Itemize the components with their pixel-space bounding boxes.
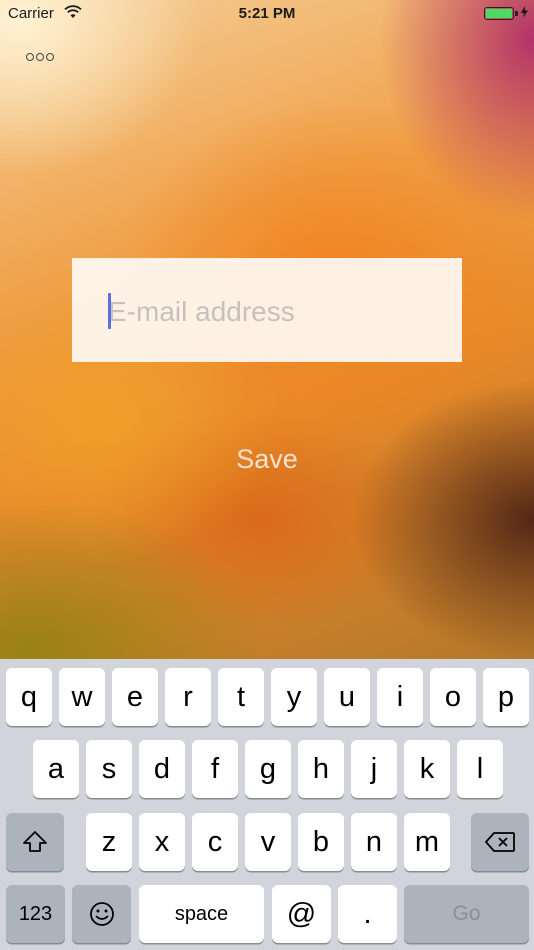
space-key[interactable]: space: [139, 885, 264, 943]
emoji-key[interactable]: [72, 885, 131, 943]
key-q[interactable]: q: [6, 668, 52, 726]
key-i[interactable]: i: [377, 668, 423, 726]
battery-level: [486, 9, 512, 18]
key-o[interactable]: o: [430, 668, 476, 726]
key-y[interactable]: y: [271, 668, 317, 726]
key-k[interactable]: k: [404, 740, 450, 798]
clock: 5:21 PM: [238, 5, 296, 22]
key-f[interactable]: f: [192, 740, 238, 798]
status-bar: Carrier 5:21 PM: [0, 0, 534, 28]
charging-bolt-icon: [521, 6, 528, 21]
key-c[interactable]: c: [192, 813, 238, 871]
save-button[interactable]: Save: [0, 444, 534, 475]
key-v[interactable]: v: [245, 813, 291, 871]
more-options-button[interactable]: [22, 44, 58, 70]
battery-tip: [515, 11, 518, 16]
at-key[interactable]: @: [272, 885, 331, 943]
key-b[interactable]: b: [298, 813, 344, 871]
key-h[interactable]: h: [298, 740, 344, 798]
emoji-icon: [89, 902, 114, 926]
key-l[interactable]: l: [457, 740, 503, 798]
shift-icon: [23, 831, 47, 852]
key-a[interactable]: a: [33, 740, 79, 798]
key-x[interactable]: x: [139, 813, 185, 871]
key-m[interactable]: m: [404, 813, 450, 871]
key-z[interactable]: z: [86, 813, 132, 871]
key-p[interactable]: p: [483, 668, 529, 726]
more-options-icon-dot: [36, 53, 44, 61]
key-t[interactable]: t: [218, 668, 264, 726]
more-options-icon-dot: [46, 53, 54, 61]
key-w[interactable]: w: [59, 668, 105, 726]
shift-key[interactable]: [6, 813, 64, 871]
delete-key[interactable]: [471, 813, 529, 871]
key-d[interactable]: d: [139, 740, 185, 798]
backspace-icon: [485, 832, 515, 852]
text-cursor: [108, 293, 111, 329]
more-options-icon: [26, 53, 34, 61]
go-key[interactable]: Go: [404, 885, 529, 943]
email-field-container[interactable]: [72, 258, 462, 362]
key-e[interactable]: e: [112, 668, 158, 726]
key-n[interactable]: n: [351, 813, 397, 871]
numbers-key[interactable]: 123: [6, 885, 65, 943]
key-j[interactable]: j: [351, 740, 397, 798]
key-s[interactable]: s: [86, 740, 132, 798]
email-field[interactable]: [108, 292, 438, 332]
dot-key[interactable]: .: [338, 885, 397, 943]
key-u[interactable]: u: [324, 668, 370, 726]
battery-icon: [484, 7, 514, 20]
keyboard: q w e r t y u i o p a s d f g h j k l z …: [0, 659, 534, 950]
key-r[interactable]: r: [165, 668, 211, 726]
key-g[interactable]: g: [245, 740, 291, 798]
